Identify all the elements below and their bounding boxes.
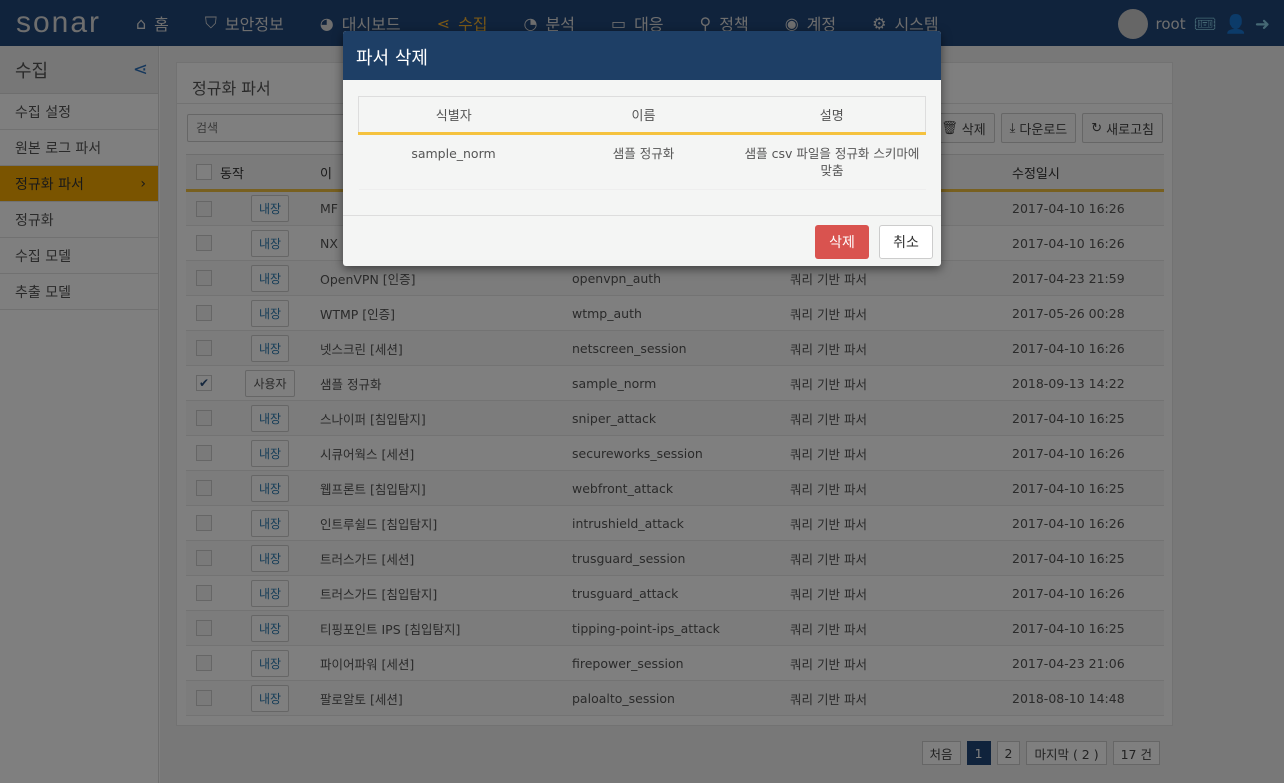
- confirm-delete-button[interactable]: 삭제: [815, 225, 869, 259]
- delete-parser-dialog: 파서 삭제 식별자 이름 설명 sample_norm 샘플 정규화 샘플 cs…: [343, 31, 941, 266]
- dialog-cell-id: sample_norm: [358, 133, 549, 190]
- dialog-cell-desc: 샘플 csv 파일을 정규화 스키마에 맞춤: [738, 133, 926, 190]
- dialog-table: 식별자 이름 설명 sample_norm 샘플 정규화 샘플 csv 파일을 …: [358, 96, 926, 190]
- dialog-cell-name: 샘플 정규화: [548, 133, 739, 190]
- dialog-col-name: 이름: [548, 96, 739, 135]
- dialog-title: 파서 삭제: [343, 31, 941, 80]
- dialog-col-desc: 설명: [738, 96, 926, 135]
- dialog-row: sample_norm 샘플 정규화 샘플 csv 파일을 정규화 스키마에 맞…: [358, 133, 926, 190]
- dialog-col-id: 식별자: [358, 96, 549, 135]
- cancel-button[interactable]: 취소: [879, 225, 933, 259]
